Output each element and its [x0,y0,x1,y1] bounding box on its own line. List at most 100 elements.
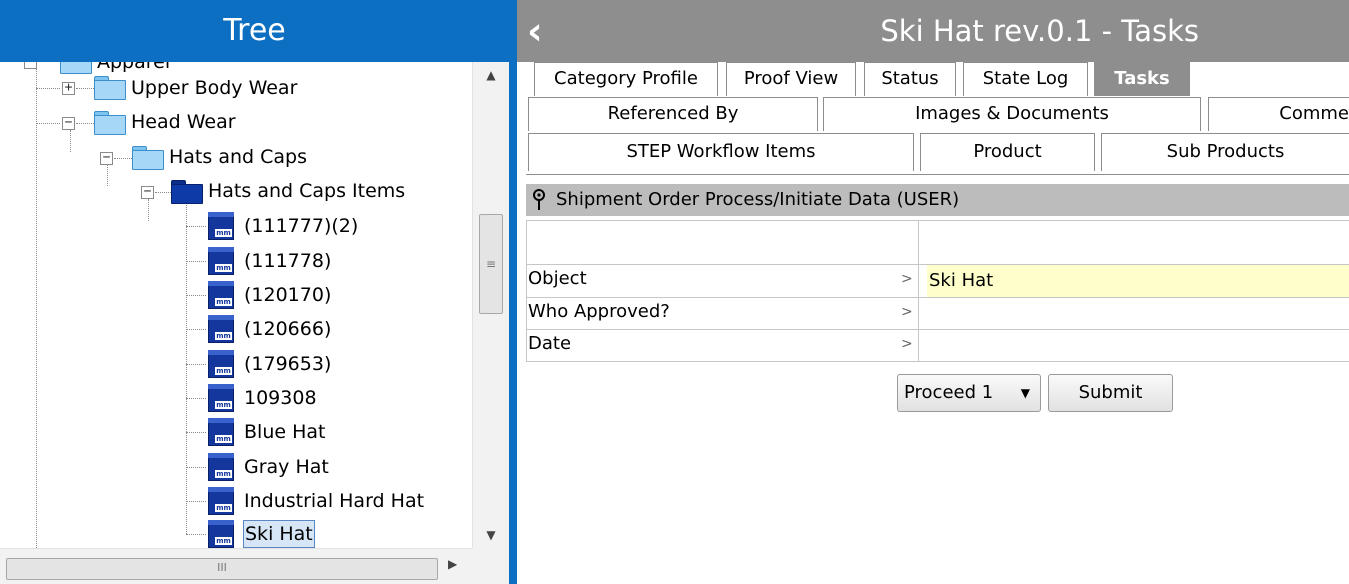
tree-node-upper-body-wear[interactable]: Upper Body Wear [131,74,297,102]
tree-connector [186,261,206,262]
tree-connector [186,467,206,468]
tree-node-head-wear[interactable]: Head Wear [131,108,236,136]
folder-icon [94,76,126,100]
folder-icon [171,180,203,204]
tab-product[interactable]: Product [920,133,1095,171]
tree-connector [186,364,206,365]
folder-icon [60,62,92,74]
form-row-who-approved: Who Approved? > [526,297,1349,329]
expander-icon[interactable]: − [62,116,75,130]
tab-status[interactable]: Status [864,62,956,96]
proceed-dropdown[interactable]: Proceed 1 ▼ [897,374,1041,412]
product-item-icon: mm [206,212,236,240]
product-item-icon: mm [206,520,236,548]
tree-connector [107,164,108,186]
expander-icon[interactable]: − [24,62,37,69]
product-item-icon: mm [206,247,236,275]
tab-label: Comme [1279,103,1349,124]
tree-connector [186,432,206,433]
object-value-field[interactable]: Ski Hat [927,265,1349,297]
tree-node-item[interactable]: (179653) [244,350,331,378]
tab-label: Sub Products [1166,141,1285,162]
tree-connector [155,192,171,193]
task-title: Shipment Order Process/Initiate Data (US… [556,189,960,210]
product-item-icon: mm [206,350,236,378]
scroll-right-icon[interactable]: ▶ [448,557,457,571]
tree-node-item[interactable]: 109308 [244,384,317,412]
row-arrow-icon[interactable]: > [901,304,913,320]
tree-header: Tree [0,0,509,62]
date-field[interactable] [927,330,1349,361]
panel-divider[interactable] [509,0,517,584]
form-row-date: Date > [526,329,1349,361]
tab-proof-view[interactable]: Proof View [726,62,856,96]
expander-icon[interactable]: − [100,151,113,165]
tab-label: Product [973,141,1042,162]
detail-panel: ‹ Ski Hat rev.0.1 - Tasks Category Profi… [517,0,1349,584]
expander-icon[interactable]: + [62,81,75,95]
form-label: Date [528,333,572,354]
tab-label: STEP Workflow Items [626,141,816,162]
tab-referenced-by[interactable]: Referenced By [528,97,818,131]
dropdown-caret-icon: ▼ [1020,386,1030,400]
tree-node-hats-and-caps-items[interactable]: Hats and Caps Items [208,177,405,205]
scroll-thumb[interactable]: ≡ [479,214,503,314]
tree-panel: Tree − Apparel + Upper Body Wear − Head … [0,0,509,584]
tab-sub-products[interactable]: Sub Products [1101,133,1349,171]
tab-label: Tasks [1114,68,1170,89]
tree-connector [36,62,37,548]
tree-connector [186,398,206,399]
tree-node-item[interactable]: (111777)(2) [244,212,358,240]
page-title: Ski Hat rev.0.1 - Tasks [880,14,1199,48]
tab-step-workflow-items[interactable]: STEP Workflow Items [528,133,914,171]
product-item-icon: mm [206,418,236,446]
tree-node-selected[interactable]: Ski Hat [243,520,315,548]
tree-node-item[interactable]: Industrial Hard Hat [244,487,424,515]
pin-icon [533,189,545,210]
form-border [526,220,1349,221]
row-arrow-icon[interactable]: > [901,271,913,287]
tree-connector [36,123,60,124]
form-border [526,361,1349,362]
tab-label: Images & Documents [915,103,1109,124]
scroll-thumb[interactable]: III [6,558,438,580]
task-header: Shipment Order Process/Initiate Data (US… [526,184,1349,216]
tree-horizontal-scrollbar[interactable]: III ▶ [0,548,472,584]
tab-comments[interactable]: Comme [1208,97,1349,131]
product-item-icon: mm [206,384,236,412]
form-label: Object [528,268,587,289]
tree-connector [186,295,206,296]
expander-icon[interactable]: − [141,185,154,199]
who-approved-field[interactable] [927,298,1349,329]
submit-button[interactable]: Submit [1048,374,1173,412]
scroll-up-icon[interactable]: ▲ [485,68,497,82]
tree-connector [186,501,206,502]
tab-images-documents[interactable]: Images & Documents [823,97,1201,131]
tab-label: Referenced By [607,103,739,124]
product-item-icon: mm [206,487,236,515]
form-row-object: Object > Ski Hat [526,264,1349,297]
scroll-down-icon[interactable]: ▼ [485,528,497,542]
product-item-icon: mm [206,315,236,343]
tree-node-item[interactable]: Gray Hat [244,453,329,481]
proceed-value: Proceed 1 [904,382,994,403]
tree-vertical-scrollbar[interactable]: ▲ ≡ ▼ [472,62,509,548]
tree-node-item[interactable]: Blue Hat [244,418,325,446]
tab-category-profile[interactable]: Category Profile [534,62,718,96]
tab-tasks[interactable]: Tasks [1094,62,1190,96]
tree-connector [70,130,71,152]
back-arrow-icon[interactable]: ‹ [527,8,563,54]
tree-node-item[interactable]: (120666) [244,315,331,343]
row-arrow-icon[interactable]: > [901,336,913,352]
tabs-divider [526,174,1349,175]
tree-node-item[interactable]: (111778) [244,247,331,275]
tree-node-hats-and-caps[interactable]: Hats and Caps [169,143,307,171]
tab-state-log[interactable]: State Log [963,62,1088,96]
tree-connector [186,226,206,227]
tree-connector [148,199,149,221]
tree-connector [186,202,187,534]
folder-icon [94,111,126,135]
tree-connector [186,534,206,535]
tree-connector [114,158,132,159]
tree-node-item[interactable]: (120170) [244,281,331,309]
